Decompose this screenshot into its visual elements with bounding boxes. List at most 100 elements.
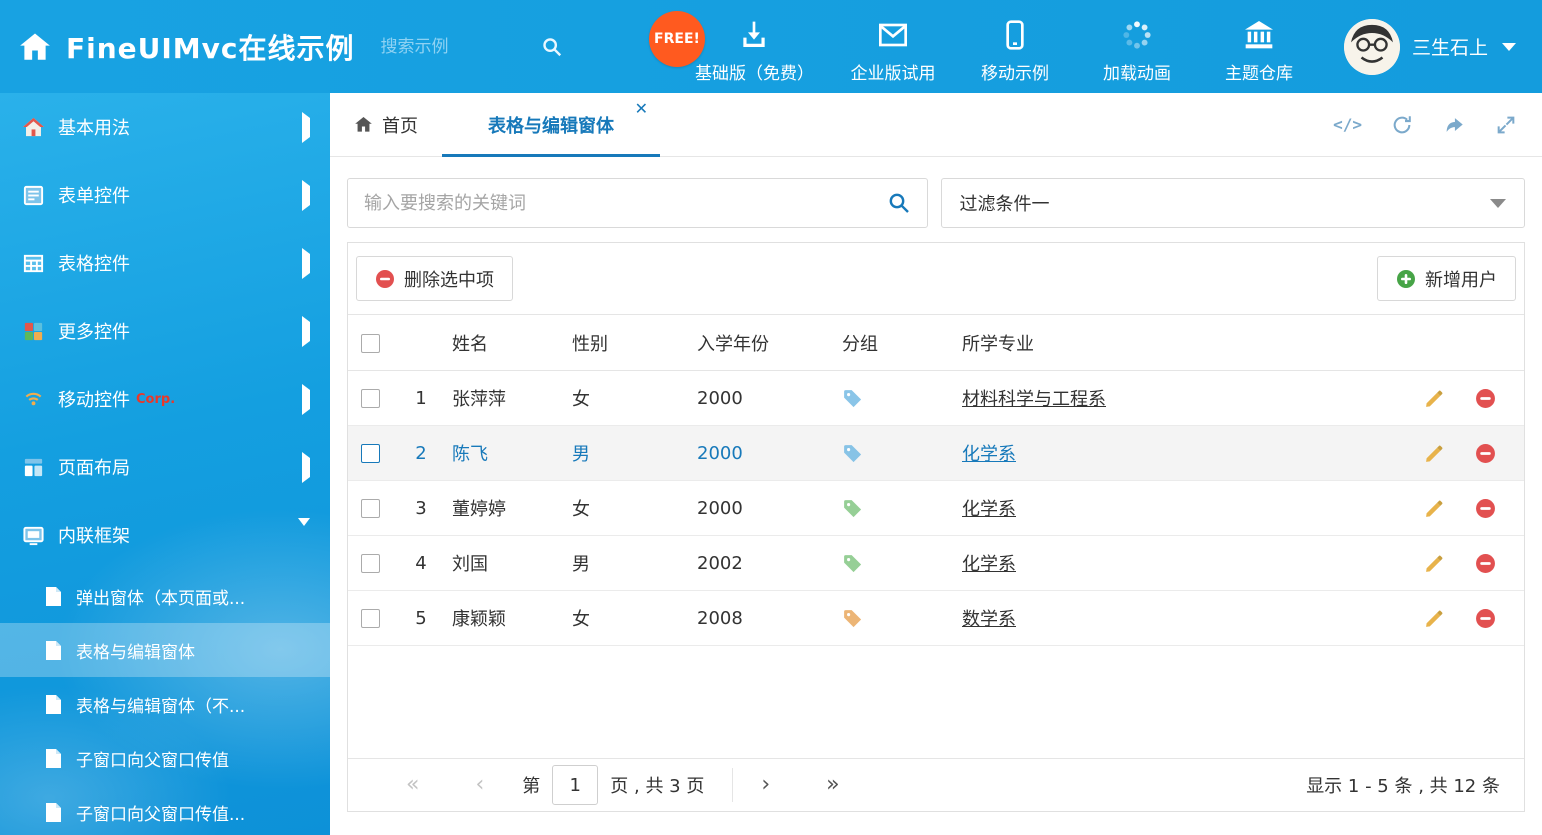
add-user-button[interactable]: 新增用户	[1377, 256, 1516, 301]
column-header-group: 分组	[834, 315, 954, 371]
sidebar-subitem-popup-window[interactable]: 弹出窗体（本页面或...	[0, 569, 330, 623]
tag-icon	[842, 553, 863, 574]
sidebar-item-more-controls[interactable]: 更多控件	[0, 297, 330, 365]
table-row: 5 康颖颖 女 2008 数学系	[348, 591, 1524, 646]
record-summary: 显示 1 - 5 条 , 共 12 条	[1306, 772, 1500, 798]
search-icon[interactable]	[887, 191, 911, 215]
close-icon[interactable]: ✕	[635, 101, 648, 117]
major-link[interactable]: 材料科学与工程系	[962, 389, 1106, 410]
open-new-window-icon[interactable]	[1442, 113, 1466, 137]
row-checkbox[interactable]	[361, 499, 380, 518]
chevron-right-icon	[302, 254, 310, 273]
file-icon	[45, 586, 62, 607]
chevron-right-icon	[302, 458, 310, 477]
user-menu[interactable]: 三生石上	[1344, 19, 1516, 75]
delete-row-icon[interactable]	[1475, 608, 1496, 629]
free-badge: FREE!	[649, 11, 705, 67]
fullscreen-icon[interactable]	[1494, 113, 1518, 137]
brand[interactable]: FineUIMvc在线示例	[0, 27, 355, 67]
row-number: 1	[398, 371, 444, 426]
table-row: 4 刘国 男 2002 化学系	[348, 536, 1524, 591]
envelope-icon	[877, 19, 909, 51]
nav-item-enterprise-trial[interactable]: 企业版试用	[850, 19, 936, 84]
sidebar-subitem-grid-edit-window-2[interactable]: 表格与编辑窗体（不...	[0, 677, 330, 731]
last-page-icon[interactable]: »	[798, 774, 867, 796]
nav-item-loading-animation[interactable]: 加载动画	[1094, 19, 1180, 84]
row-checkbox[interactable]	[361, 444, 380, 463]
sidebar-subitem-grid-edit-window[interactable]: 表格与编辑窗体	[0, 623, 330, 677]
user-name: 三生石上	[1412, 33, 1488, 60]
edit-pencil-icon[interactable]	[1424, 388, 1445, 409]
first-page-icon[interactable]: «	[378, 774, 447, 796]
content: 过滤条件一 删除选中项 新增用户	[330, 157, 1542, 835]
nav-item-mobile-demo[interactable]: 移动示例	[972, 19, 1058, 84]
frame-icon	[22, 524, 45, 547]
major-link[interactable]: 化学系	[962, 554, 1016, 575]
sidebar-item-page-layout[interactable]: 页面布局	[0, 433, 330, 501]
chevron-right-icon	[302, 118, 310, 137]
edit-pencil-icon[interactable]	[1424, 608, 1445, 629]
sidebar-item-form-controls[interactable]: 表单控件	[0, 161, 330, 229]
delete-row-icon[interactable]	[1475, 443, 1496, 464]
topbar: FineUIMvc在线示例 FREE! 基础版（免费） 企业版试用	[0, 0, 1542, 93]
sidebar-item-grid-controls[interactable]: 表格控件	[0, 229, 330, 297]
row-number: 5	[398, 591, 444, 646]
topbar-search[interactable]	[381, 36, 586, 58]
search-icon[interactable]	[541, 36, 563, 58]
row-number: 3	[398, 481, 444, 536]
sidebar-item-inline-frame[interactable]: 内联框架	[0, 501, 330, 569]
select-all-checkbox[interactable]	[361, 334, 380, 353]
row-checkbox[interactable]	[361, 554, 380, 573]
tag-icon	[842, 388, 863, 409]
sidebar-item-basic-usage[interactable]: 基本用法	[0, 93, 330, 161]
home-icon	[354, 115, 373, 134]
sidebar-subitem-child-to-parent[interactable]: 子窗口向父窗口传值	[0, 731, 330, 785]
source-code-icon[interactable]: </>	[1333, 113, 1362, 137]
filter-dropdown[interactable]: 过滤条件一	[941, 178, 1526, 228]
keyword-search-input[interactable]	[364, 193, 887, 214]
major-link[interactable]: 数学系	[962, 609, 1016, 630]
prev-page-icon[interactable]: ‹	[447, 774, 512, 796]
edit-pencil-icon[interactable]	[1424, 498, 1445, 519]
major-link[interactable]: 化学系	[962, 499, 1016, 520]
topbar-search-input[interactable]	[381, 37, 541, 57]
pagination: « ‹ 第 页 , 共 3 页 › » 显示 1 - 5 条 , 共 12 条	[348, 758, 1524, 811]
table-row: 3 董婷婷 女 2000 化学系	[348, 481, 1524, 536]
delete-selected-button[interactable]: 删除选中项	[356, 256, 513, 301]
sidebar-subitem-child-to-parent-2[interactable]: 子窗口向父窗口传值...	[0, 785, 330, 835]
delete-row-icon[interactable]	[1475, 553, 1496, 574]
keyword-search-box	[347, 178, 928, 228]
page-number-input[interactable]	[552, 765, 598, 805]
cell-name: 刘国	[444, 536, 564, 591]
edit-pencil-icon[interactable]	[1424, 553, 1445, 574]
row-number: 2	[398, 426, 444, 481]
file-icon	[45, 694, 62, 715]
home-icon	[18, 30, 52, 64]
row-checkbox[interactable]	[361, 609, 380, 628]
house-icon	[22, 116, 45, 139]
nav-item-theme-repo[interactable]: 主题仓库	[1216, 19, 1302, 84]
next-page-icon[interactable]: ›	[733, 774, 798, 796]
cell-gender: 女	[564, 371, 689, 426]
nav-item-basic-edition[interactable]: FREE! 基础版（免费）	[695, 19, 814, 84]
page-number-group: 第 页 , 共 3 页	[512, 768, 733, 802]
tab-grid-edit-window[interactable]: 表格与编辑窗体 ✕	[442, 93, 660, 156]
refresh-icon[interactable]	[1390, 113, 1414, 137]
row-checkbox[interactable]	[361, 389, 380, 408]
chevron-right-icon	[302, 322, 310, 341]
delete-row-icon[interactable]	[1475, 388, 1496, 409]
edit-pencil-icon[interactable]	[1424, 443, 1445, 464]
delete-row-icon[interactable]	[1475, 498, 1496, 519]
tag-icon	[842, 443, 863, 464]
tab-tools: </>	[1333, 93, 1542, 156]
tab-home[interactable]: 首页	[330, 93, 442, 156]
form-icon	[22, 184, 45, 207]
avatar	[1344, 19, 1400, 75]
sidebar-item-mobile-controls[interactable]: 移动控件 Corp.	[0, 365, 330, 433]
cell-gender: 男	[564, 426, 689, 481]
column-header-year: 入学年份	[689, 315, 834, 371]
page-suffix: 页 , 共 3 页	[610, 772, 704, 798]
major-link[interactable]: 化学系	[962, 444, 1016, 465]
user-table: 姓名 性别 入学年份 分组 所学专业 1 张萍萍	[348, 314, 1524, 646]
filter-row: 过滤条件一	[347, 178, 1525, 228]
